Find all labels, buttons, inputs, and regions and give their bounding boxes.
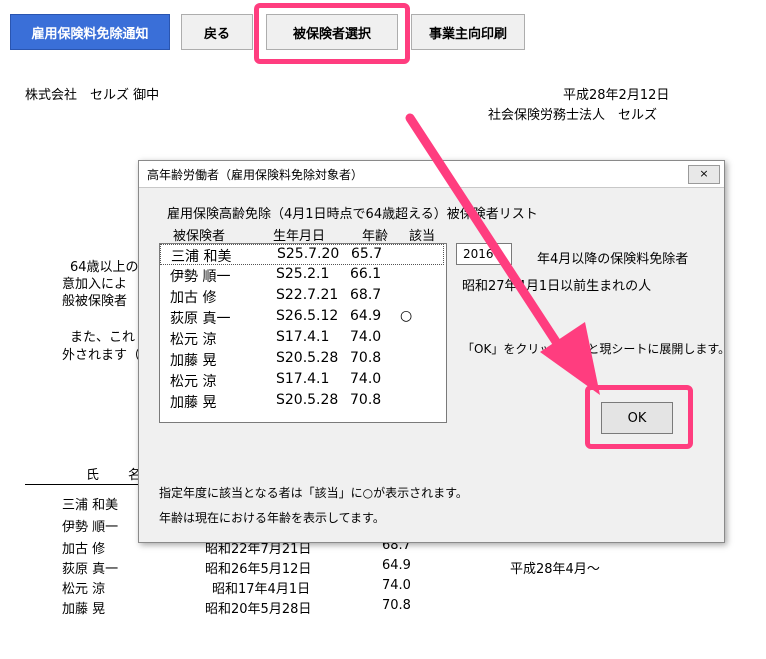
annotation-arrow-icon (405, 113, 600, 395)
